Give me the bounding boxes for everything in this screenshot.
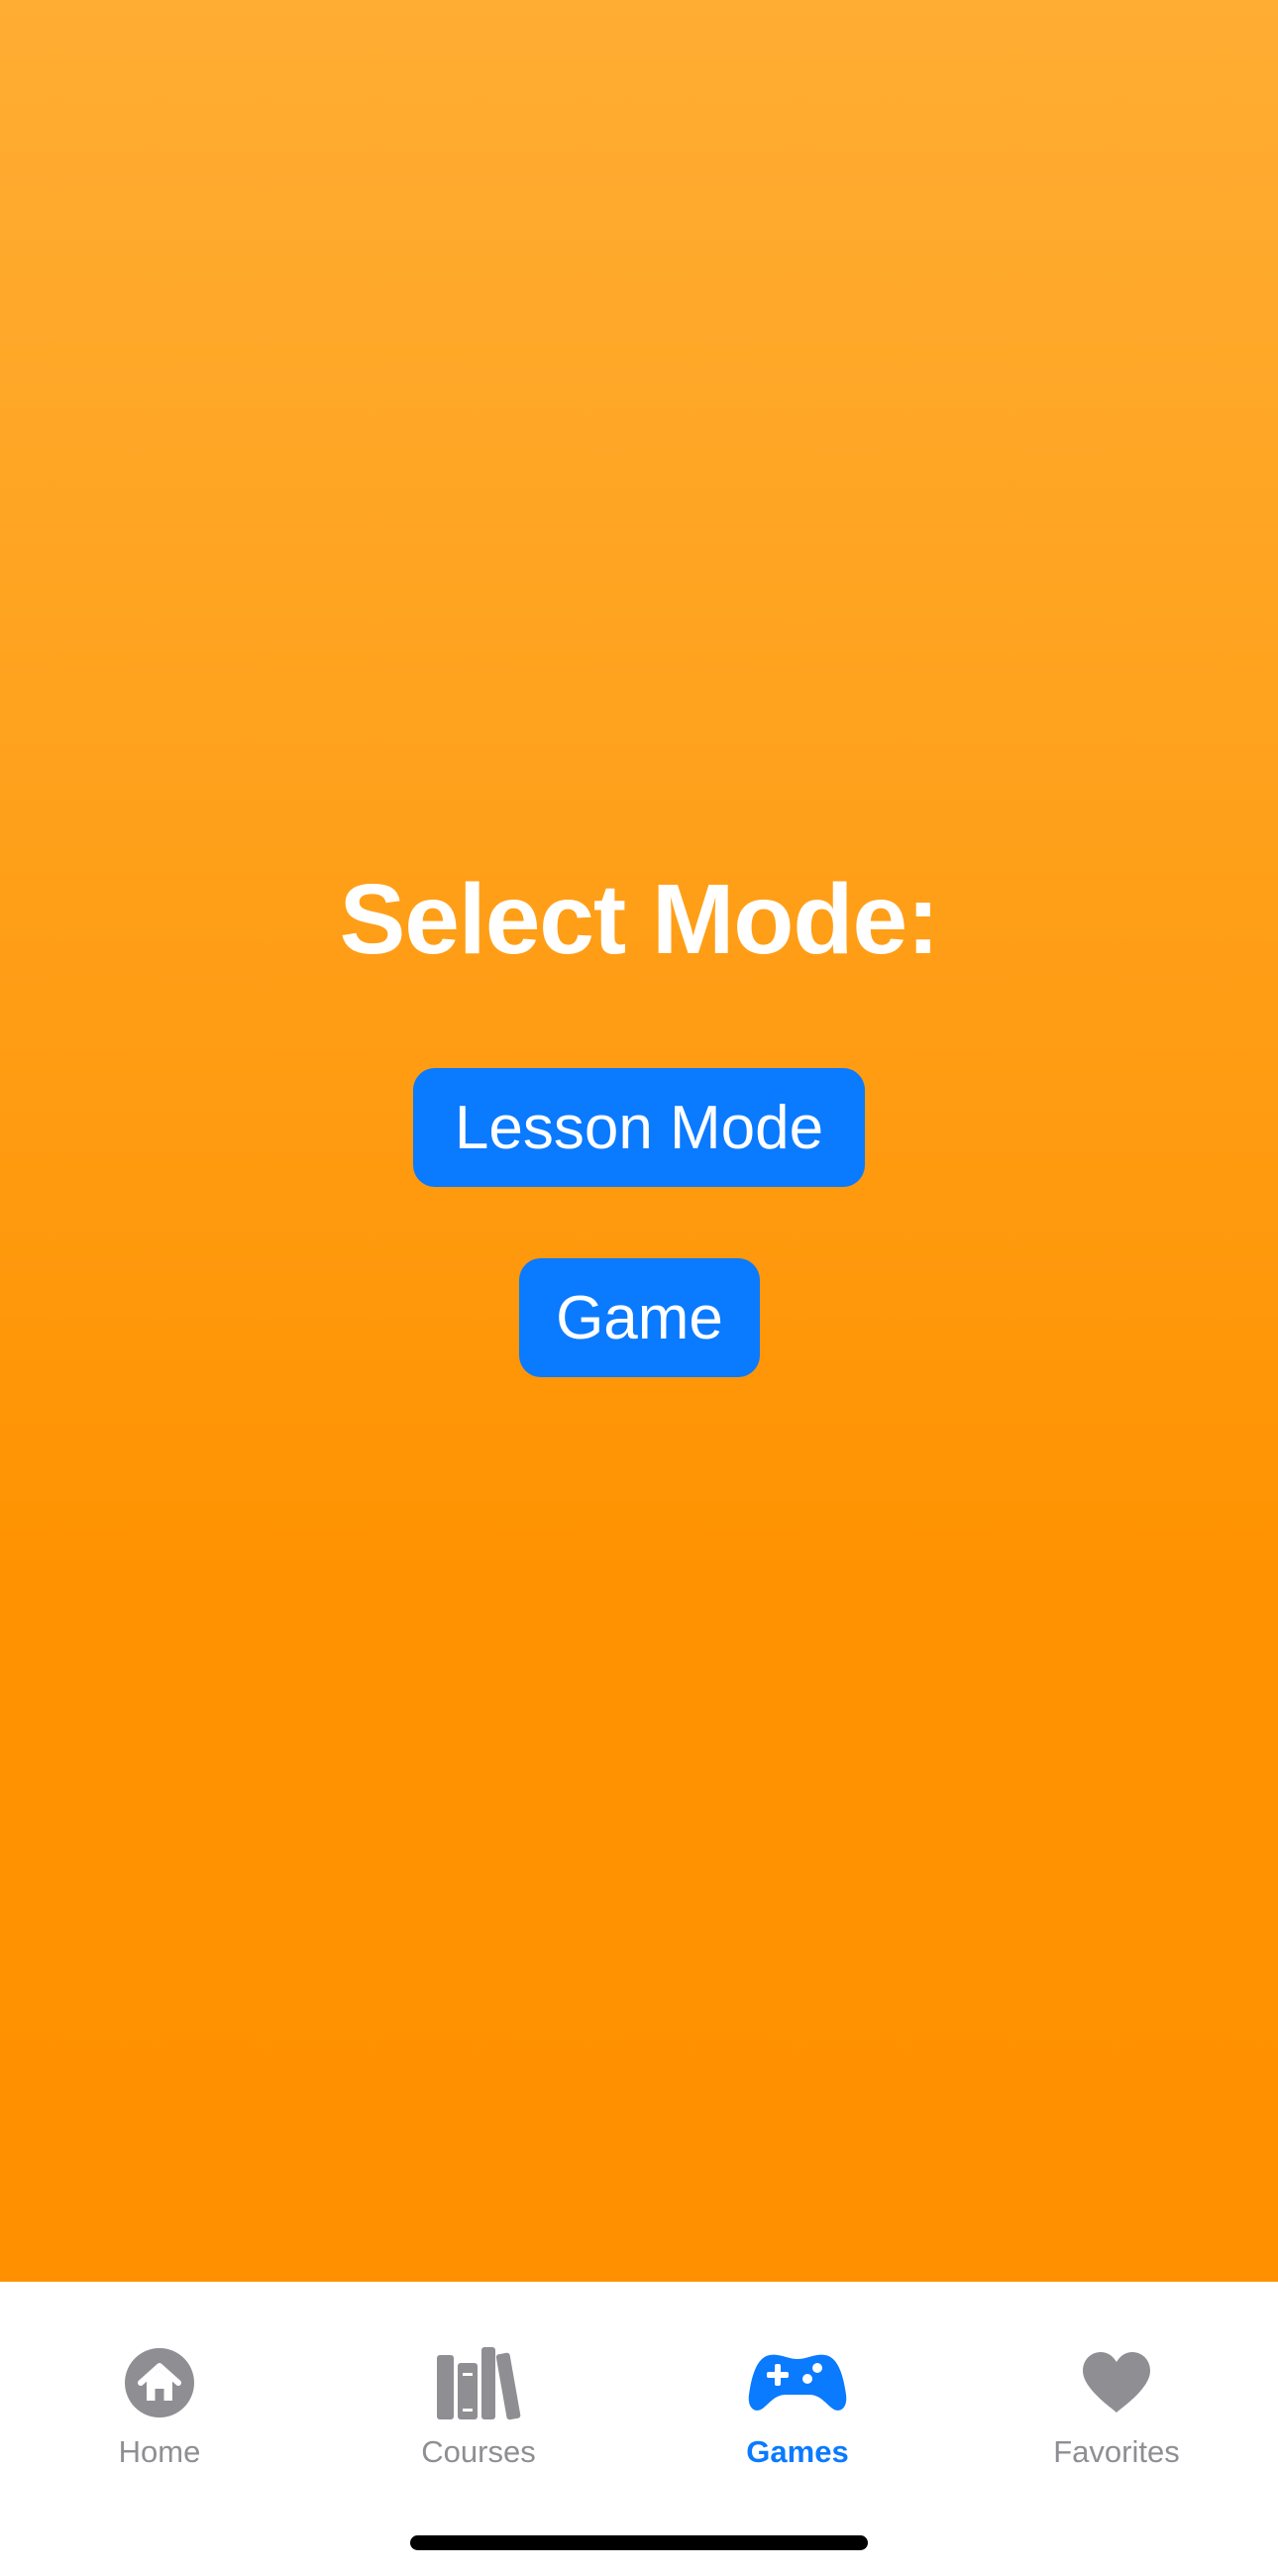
tab-home-label: Home [118,2434,201,2469]
tab-games-label: Games [746,2434,849,2469]
tab-home[interactable]: Home [0,2282,319,2480]
books-icon [429,2343,528,2422]
tab-favorites-label: Favorites [1053,2434,1180,2469]
heart-icon [1067,2343,1166,2422]
lesson-mode-button[interactable]: Lesson Mode [413,1068,865,1187]
home-indicator[interactable] [410,2535,868,2550]
tab-courses-label: Courses [421,2434,536,2469]
game-button[interactable]: Game [519,1258,760,1377]
page-title: Select Mode: [339,864,940,975]
tab-bar: Home Courses Games Favorites [0,2282,1278,2576]
tab-favorites[interactable]: Favorites [957,2282,1276,2480]
mode-select-view: Select Mode: Lesson Mode Game [0,0,1278,2282]
tab-games[interactable]: Games [638,2282,957,2480]
house-icon [110,2343,209,2422]
screen: Select Mode: Lesson Mode Game Home Cours… [0,0,1278,2576]
tab-courses[interactable]: Courses [319,2282,638,2480]
gamecontroller-icon [748,2343,847,2422]
